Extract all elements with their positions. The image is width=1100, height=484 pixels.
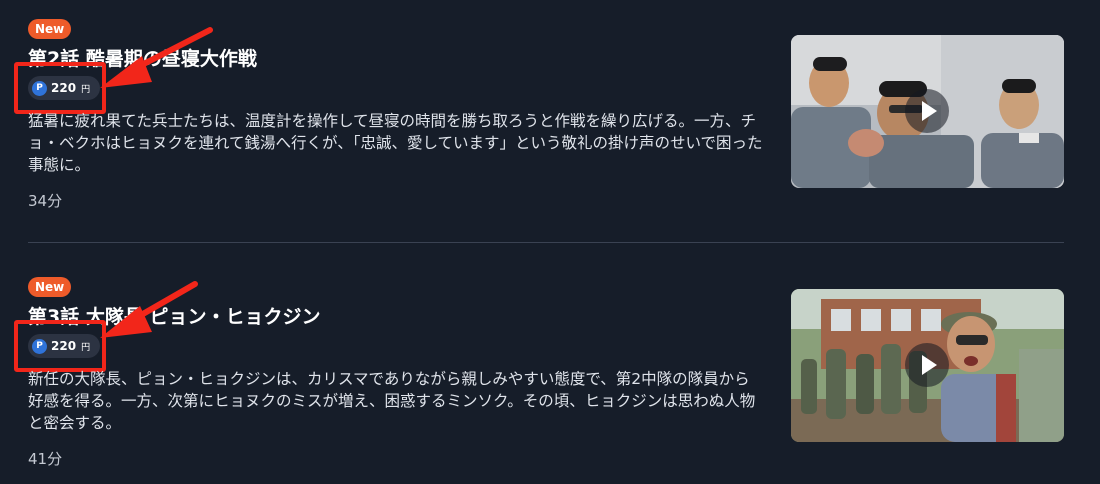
- episode-thumbnail[interactable]: [791, 35, 1064, 188]
- episode-description: 猛暑に疲れ果てた兵士たちは、温度計を操作して昼寝の時間を勝ち取ろうと作戦を繰り広…: [28, 112, 763, 174]
- play-icon[interactable]: [905, 343, 949, 387]
- new-badge: New: [28, 19, 72, 39]
- price-highlight-box: [14, 62, 106, 114]
- price-highlight-box: [14, 320, 106, 372]
- episode-description: 新任の大隊長、ピョン・ヒョクジンは、カリスマでありながら親しみやすい態度で、第2…: [28, 370, 756, 432]
- episode-duration: 41分: [28, 450, 63, 468]
- episode-duration: 34分: [28, 192, 63, 210]
- new-badge: New: [28, 277, 72, 297]
- episode-item-3[interactable]: New 第3話 大隊長 ピョン・ヒョクジン P 220 円 新任の大隊長、ピョン…: [0, 258, 1100, 484]
- episode-item-2[interactable]: New 第2話 酷暑期の昼寝大作戦 P 220 円 猛暑に疲れ果てた兵士たちは、…: [0, 0, 1100, 242]
- play-icon[interactable]: [905, 89, 949, 133]
- episode-divider: [28, 242, 1064, 243]
- episode-thumbnail[interactable]: [791, 289, 1064, 442]
